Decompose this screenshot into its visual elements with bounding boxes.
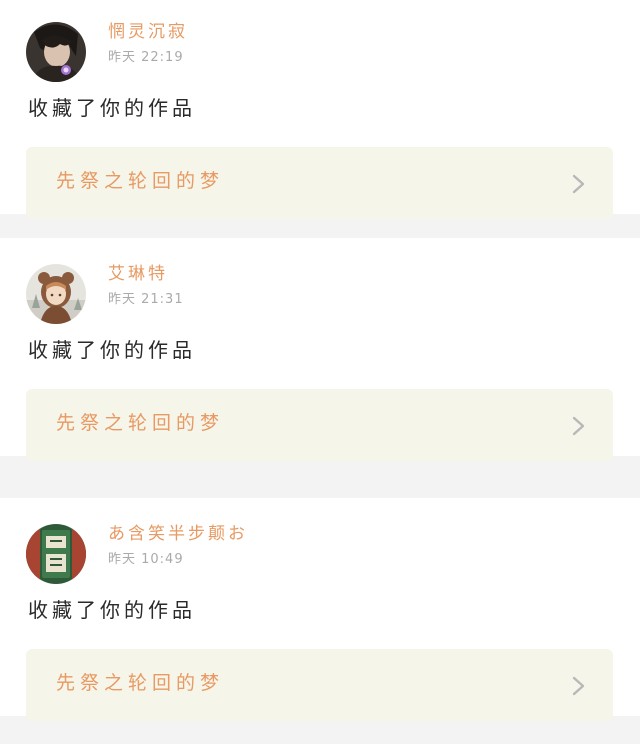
- dark-haired-anime-avatar-icon: [26, 22, 86, 82]
- timestamp: 昨天 22:19: [108, 50, 184, 65]
- user-avatar[interactable]: [26, 524, 86, 584]
- work-link-card[interactable]: 先祭之轮回的梦: [26, 389, 613, 461]
- work-link-card[interactable]: 先祭之轮回的梦: [26, 147, 613, 219]
- chevron-right-icon: [571, 415, 587, 437]
- work-link-card[interactable]: 先祭之轮回的梦: [26, 649, 613, 721]
- work-title: 先祭之轮回的梦: [56, 672, 225, 694]
- chevron-right-icon: [571, 675, 587, 697]
- action-text: 收藏了你的作品: [28, 598, 196, 622]
- timestamp: 昨天 21:31: [108, 292, 184, 307]
- notification-card: 惘灵沉寂 昨天 22:19 收藏了你的作品 先祭之轮回的梦: [0, 0, 640, 219]
- timestamp: 昨天 10:49: [108, 552, 184, 567]
- work-title: 先祭之轮回的梦: [56, 170, 225, 192]
- user-avatar[interactable]: [26, 264, 86, 324]
- notification-card: 艾琳特 昨天 21:31 收藏了你的作品 先祭之轮回的梦: [0, 238, 640, 461]
- action-text: 收藏了你的作品: [28, 338, 196, 362]
- username[interactable]: 艾琳特: [108, 264, 168, 284]
- chevron-right-icon: [571, 173, 587, 195]
- notification-feed: 惘灵沉寂 昨天 22:19 收藏了你的作品 先祭之轮回的梦 艾琳特 昨天 21:…: [0, 0, 640, 744]
- work-title: 先祭之轮回的梦: [56, 412, 225, 434]
- anime-girl-bear-hood-avatar-icon: [26, 264, 86, 324]
- username[interactable]: あ含笑半步颠お: [108, 524, 248, 544]
- notification-card: あ含笑半步颠お 昨天 10:49 收藏了你的作品 先祭之轮回的梦: [0, 498, 640, 721]
- username[interactable]: 惘灵沉寂: [108, 22, 188, 42]
- user-avatar[interactable]: [26, 22, 86, 82]
- green-book-cover-avatar-icon: [26, 524, 86, 584]
- action-text: 收藏了你的作品: [28, 96, 196, 120]
